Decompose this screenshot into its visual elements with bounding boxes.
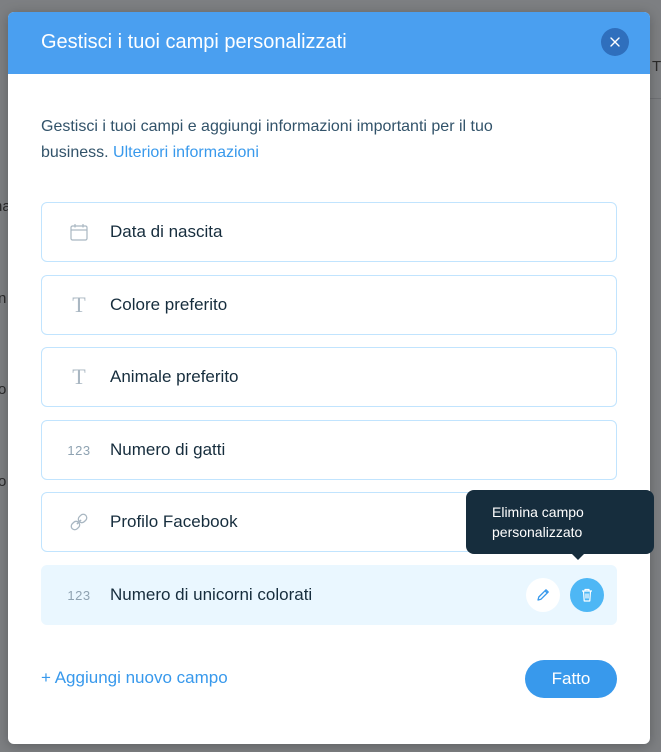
number-icon: 123 <box>67 442 91 458</box>
field-row-birthdate[interactable]: Data di nascita <box>41 202 617 262</box>
close-button[interactable] <box>601 28 629 56</box>
backdrop-text-fragment: T <box>652 58 661 75</box>
modal-title: Gestisci i tuoi campi personalizzati <box>41 31 347 53</box>
text-icon: T <box>72 364 86 389</box>
delete-tooltip: Elimina campo personalizzato <box>466 490 654 554</box>
backdrop-text-fragment: n <box>0 290 7 307</box>
delete-field-button[interactable] <box>570 578 604 612</box>
description-text: Gestisci i tuoi campi e aggiungi informa… <box>41 118 493 161</box>
field-row-favorite-animal[interactable]: T Animale preferito <box>41 347 617 407</box>
tooltip-arrow <box>570 552 586 560</box>
modal-header: Gestisci i tuoi campi personalizzati <box>8 12 650 74</box>
pencil-icon <box>537 589 549 601</box>
field-row-cat-count[interactable]: 123 Numero di gatti <box>41 420 617 480</box>
backdrop-text-fragment: o <box>0 473 7 490</box>
field-label: Numero di gatti <box>110 440 226 459</box>
field-label: Data di nascita <box>110 222 223 241</box>
field-label: Animale preferito <box>110 367 239 386</box>
field-row-unicorn-count[interactable]: 123 Numero di unicorni colorati <box>41 565 617 625</box>
backdrop-text-fragment: o <box>0 381 7 398</box>
field-label: Numero di unicorni colorati <box>110 585 313 604</box>
field-label: Profilo Facebook <box>110 512 238 531</box>
link-icon <box>70 513 88 531</box>
close-icon <box>610 37 620 47</box>
number-icon: 123 <box>67 587 91 603</box>
field-row-favorite-color[interactable]: T Colore preferito <box>41 275 617 335</box>
backdrop-divider <box>650 98 661 99</box>
add-new-field-link[interactable]: + Aggiungi nuovo campo <box>41 668 228 688</box>
done-button[interactable]: Fatto <box>525 660 617 698</box>
text-icon: T <box>72 292 86 317</box>
custom-fields-modal: Gestisci i tuoi campi personalizzati Ges… <box>8 12 650 744</box>
field-label: Colore preferito <box>110 295 228 314</box>
trash-icon <box>582 588 592 602</box>
edit-field-button[interactable] <box>526 578 560 612</box>
calendar-icon <box>70 224 88 241</box>
modal-description: Gestisci i tuoi campi e aggiungi informa… <box>41 114 561 166</box>
learn-more-link[interactable]: Ulteriori informazioni <box>113 144 259 161</box>
